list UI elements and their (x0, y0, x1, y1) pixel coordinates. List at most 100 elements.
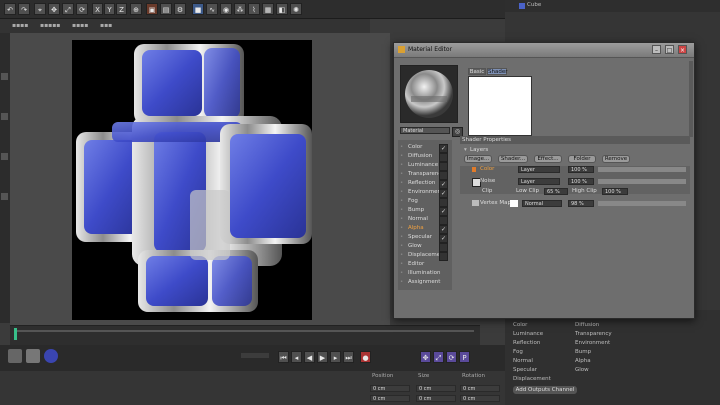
color-layer-label[interactable]: Color (480, 166, 494, 172)
attr-channel-luminance[interactable]: Luminance (513, 331, 543, 337)
render-view-icon[interactable]: ▣ (146, 3, 158, 15)
redo-icon[interactable]: ↷ (18, 3, 30, 15)
render-settings-icon[interactable]: ⚙ (174, 3, 186, 15)
attr-channel-displacement[interactable]: Displacement (513, 376, 551, 382)
vertex-map-label[interactable]: Vertex Map (480, 200, 511, 206)
tab-shader[interactable]: Shader (487, 68, 507, 75)
channel-reflection[interactable]: • Reflection ✓ (400, 179, 448, 189)
points-mode-icon[interactable] (1, 73, 8, 80)
attr-channel-environment[interactable]: Environment (575, 340, 610, 346)
attr-channel-color[interactable]: Color (513, 322, 527, 328)
camera-icon[interactable]: ◧ (276, 3, 288, 15)
material-thumb-icon[interactable] (26, 349, 40, 363)
channel-assignment[interactable]: • Assignment (400, 278, 448, 287)
cameras-menu[interactable]: ▪▪▪▪▪ (40, 22, 60, 29)
live-select-icon[interactable]: ⌖ (34, 3, 46, 15)
image-button[interactable]: Image... (464, 155, 492, 163)
channel-alpha[interactable]: • Alpha ✓ (400, 224, 448, 234)
attr-channel-fog[interactable]: Fog (513, 349, 523, 355)
add-outputs-channel-button[interactable]: Add Outputs Channel (513, 386, 577, 394)
channel-normal[interactable]: • Normal (400, 215, 448, 225)
vertex-blend-mode[interactable]: Normal (522, 200, 562, 207)
model-mode-icon[interactable] (1, 193, 8, 200)
key-scale-icon[interactable]: ⤢ (433, 351, 444, 363)
move-icon[interactable]: ✥ (48, 3, 60, 15)
channel-transparency[interactable]: • Transparency (400, 170, 448, 180)
material-sphere-icon[interactable] (44, 349, 58, 363)
tab-basic[interactable]: Basic (468, 68, 486, 75)
channel-bump[interactable]: • Bump ✓ (400, 206, 448, 216)
attr-channel-bump[interactable]: Bump (575, 349, 591, 355)
edges-mode-icon[interactable] (1, 113, 8, 120)
undo-icon[interactable]: ↶ (4, 3, 16, 15)
clip-layer-label[interactable]: Clip (482, 188, 492, 194)
next-key-icon[interactable]: ▸ (330, 351, 341, 363)
go-to-end-icon[interactable]: ⏭ (343, 351, 354, 363)
attr-channel-diffusion[interactable]: Diffusion (575, 322, 599, 328)
timeline-ruler[interactable] (10, 325, 480, 346)
close-button[interactable]: × (678, 45, 687, 54)
minimize-button[interactable]: – (652, 45, 661, 54)
rotation-p-field[interactable]: 0 cm (460, 395, 500, 402)
material-name-field[interactable]: Material (400, 127, 450, 134)
cube-object-label[interactable]: Cube (527, 2, 541, 8)
world-coordinates-icon[interactable]: ⊕ (130, 3, 142, 15)
time-slider-handle[interactable] (14, 328, 17, 340)
attr-channel-alpha[interactable]: Alpha (575, 358, 591, 364)
go-to-start-icon[interactable]: ⏮ (278, 351, 289, 363)
scene-icon[interactable]: ▦ (262, 3, 274, 15)
attr-channel-transparency[interactable]: Transparency (575, 331, 612, 337)
effect-button[interactable]: Effect... (534, 155, 562, 163)
scrollbar[interactable] (689, 61, 693, 137)
remove-button[interactable]: Remove (602, 155, 630, 163)
y-axis-button[interactable]: Y (104, 3, 115, 15)
spline-icon[interactable]: ∿ (206, 3, 218, 15)
channel-displacement[interactable]: • Displacement (400, 251, 448, 261)
z-axis-button[interactable]: Z (116, 3, 127, 15)
position-y-field[interactable]: 0 cm (370, 395, 410, 402)
rotate-icon[interactable]: ⟳ (76, 3, 88, 15)
color-blend-mode[interactable]: Layer (518, 166, 560, 173)
channel-illumination[interactable]: • Illumination (400, 269, 448, 278)
record-icon[interactable]: ● (360, 351, 371, 363)
x-axis-button[interactable]: X (92, 3, 103, 15)
filter-menu[interactable]: ▪▪▪ (100, 22, 112, 29)
noise-layer-label[interactable]: Noise (480, 178, 495, 184)
high-clip-field[interactable]: 100 % (602, 188, 628, 195)
play-icon[interactable]: ▶ (317, 351, 328, 363)
size-y-field[interactable]: 0 cm (416, 395, 456, 402)
scale-icon[interactable]: ⤢ (62, 3, 74, 15)
noise-blend-mode[interactable]: Layer (518, 178, 560, 185)
vertex-opacity-slider[interactable] (598, 201, 686, 206)
attr-channel-normal[interactable]: Normal (513, 358, 533, 364)
array-icon[interactable]: ⁂ (234, 3, 246, 15)
view-menu[interactable]: ▪▪▪▪ (12, 22, 28, 29)
deformer-icon[interactable]: ⌇ (248, 3, 260, 15)
layers-arrow-icon[interactable]: ▾ (464, 147, 467, 153)
nurbs-icon[interactable]: ◉ (220, 3, 232, 15)
render-picture-icon[interactable]: ▤ (160, 3, 172, 15)
material-thumb-icon[interactable] (8, 349, 22, 363)
shader-button[interactable]: Shader... (498, 155, 528, 163)
rotation-h-field[interactable]: 0 cm (460, 385, 500, 392)
key-rotation-icon[interactable]: ⟳ (446, 351, 457, 363)
cube-object-icon[interactable]: ■ (192, 3, 204, 15)
channel-fog[interactable]: • Fog (400, 197, 448, 207)
channel-diffusion[interactable]: • Diffusion (400, 152, 448, 162)
attr-channel-glow[interactable]: Glow (575, 367, 589, 373)
channel-luminance[interactable]: • Luminance (400, 161, 448, 171)
light-icon[interactable]: ✺ (290, 3, 302, 15)
key-param-icon[interactable]: P (459, 351, 470, 363)
maximize-button[interactable]: □ (665, 45, 674, 54)
color-opacity-slider[interactable] (598, 167, 686, 172)
noise-opacity-field[interactable]: 100 % (568, 178, 594, 185)
channel-color[interactable]: • Color ✓ (400, 143, 448, 153)
channel-editor[interactable]: • Editor (400, 260, 448, 269)
material-preview[interactable] (400, 65, 458, 123)
display-menu[interactable]: ▪▪▪▪ (72, 22, 88, 29)
size-x-field[interactable]: 0 cm (416, 385, 456, 392)
attr-channel-reflection[interactable]: Reflection (513, 340, 540, 346)
vertex-opacity-field[interactable]: 98 % (568, 200, 594, 207)
channel-specular[interactable]: • Specular ✓ (400, 233, 448, 243)
channel-glow[interactable]: • Glow (400, 242, 448, 252)
